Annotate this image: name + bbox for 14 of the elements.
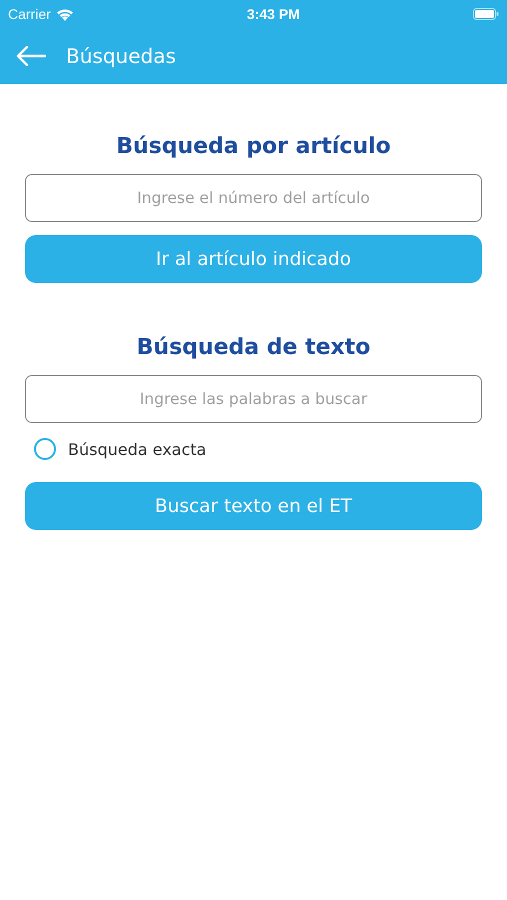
status-time: 3:43 PM <box>246 6 300 22</box>
section-heading: Búsqueda por artículo <box>115 134 392 159</box>
back-arrow-icon[interactable] <box>16 46 46 66</box>
battery-icon <box>472 8 499 20</box>
wifi-icon <box>56 8 74 20</box>
input-field[interactable]: Ingrese el número del artículo <box>25 174 482 222</box>
section-heading: Búsqueda de texto <box>136 335 372 360</box>
search-button[interactable]: Ir al artículo indicado <box>25 235 482 283</box>
input-field[interactable]: Ingrese las palabras a buscar <box>25 375 482 423</box>
header-title: Búsquedas <box>66 44 176 68</box>
radio-button[interactable] <box>34 438 56 460</box>
radio-label: Búsqueda exacta <box>68 440 206 458</box>
search-button[interactable]: Buscar texto en el ET <box>25 482 482 530</box>
carrier-name: Carrier <box>8 6 51 22</box>
